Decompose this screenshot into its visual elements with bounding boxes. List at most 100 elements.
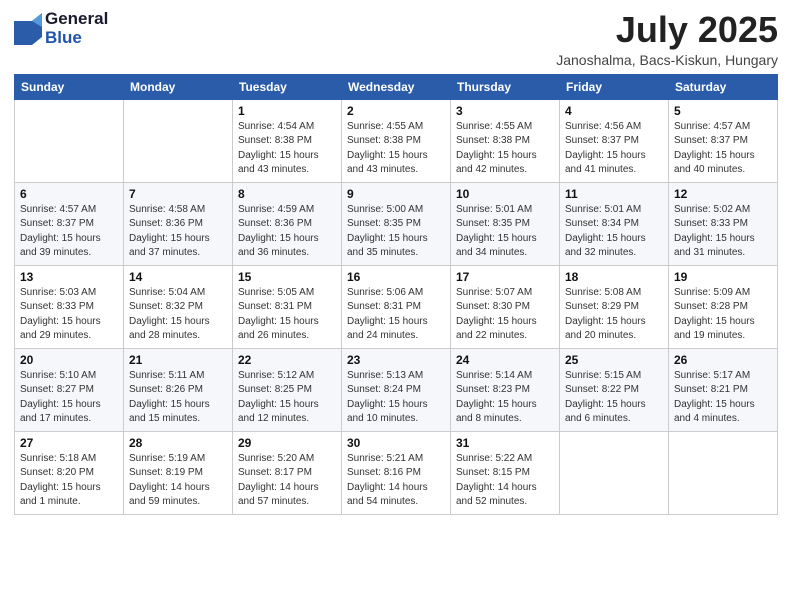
day-number: 22: [238, 353, 336, 367]
col-saturday: Saturday: [669, 74, 778, 99]
day-number: 25: [565, 353, 663, 367]
title-location: Janoshalma, Bacs-Kiskun, Hungary: [556, 52, 778, 68]
day-number: 10: [456, 187, 554, 201]
week-row-3: 13Sunrise: 5:03 AMSunset: 8:33 PMDayligh…: [15, 265, 778, 348]
calendar-cell: 3Sunrise: 4:55 AMSunset: 8:38 PMDaylight…: [451, 99, 560, 182]
week-row-1: 1 Sunrise: 4:54 AMSunset: 8:38 PMDaylight…: [15, 99, 778, 182]
week-row-4: 20 Sunrise: 5:10 AMSunset: 8:27 PMDayligh…: [15, 348, 778, 431]
col-tuesday: Tuesday: [233, 74, 342, 99]
day-detail: Sunrise: 5:19 AMSunset: 8:19 PMDaylight:…: [129, 452, 227, 510]
day-detail: Sunrise: 5:12 AMSunset: 8:25 PMDaylight:…: [238, 369, 336, 427]
day-detail: Sunrise: 5:10 AMSunset: 8:27 PMDaylight:…: [20, 369, 118, 427]
day-detail: Sunrise: 5:13 AMSunset: 8:24 PMDaylight:…: [347, 369, 445, 427]
calendar-cell: 22 Sunrise: 5:12 AMSunset: 8:25 PMDayligh…: [233, 348, 342, 431]
day-detail: Sunrise: 5:20 AMSunset: 8:17 PMDaylight:…: [238, 452, 336, 510]
day-number: 28: [129, 436, 227, 450]
calendar-cell: 31Sunrise: 5:22 AMSunset: 8:15 PMDayligh…: [451, 431, 560, 514]
calendar-cell: 16 Sunrise: 5:06 AMSunset: 8:31 PMDayligh…: [342, 265, 451, 348]
day-detail: Sunrise: 5:11 AMSunset: 8:26 PMDaylight:…: [129, 369, 227, 427]
day-number: 7: [129, 187, 227, 201]
page: General Blue July 2025 Janoshalma, Bacs-…: [0, 0, 792, 612]
logo-general-text: General: [45, 10, 108, 29]
day-detail: Sunrise: 4:55 AMSunset: 8:38 PMDaylight:…: [456, 120, 554, 178]
calendar-cell: 7Sunrise: 4:58 AMSunset: 8:36 PMDaylight…: [124, 182, 233, 265]
day-detail: Sunrise: 5:18 AMSunset: 8:20 PMDaylight:…: [20, 452, 118, 510]
week-row-5: 27 Sunrise: 5:18 AMSunset: 8:20 PMDayligh…: [15, 431, 778, 514]
day-number: 9: [347, 187, 445, 201]
day-number: 24: [456, 353, 554, 367]
day-number: 19: [674, 270, 772, 284]
calendar-cell: 26Sunrise: 5:17 AMSunset: 8:21 PMDayligh…: [669, 348, 778, 431]
title-month: July 2025: [556, 10, 778, 50]
col-friday: Friday: [560, 74, 669, 99]
day-number: 12: [674, 187, 772, 201]
calendar-cell: 4Sunrise: 4:56 AMSunset: 8:37 PMDaylight…: [560, 99, 669, 182]
calendar-cell: 30Sunrise: 5:21 AMSunset: 8:16 PMDayligh…: [342, 431, 451, 514]
day-detail: Sunrise: 5:07 AMSunset: 8:30 PMDaylight:…: [456, 286, 554, 344]
day-detail: Sunrise: 5:08 AMSunset: 8:29 PMDaylight:…: [565, 286, 663, 344]
calendar-cell: 18 Sunrise: 5:08 AMSunset: 8:29 PMDayligh…: [560, 265, 669, 348]
day-detail: Sunrise: 4:54 AMSunset: 8:38 PMDaylight:…: [238, 120, 336, 178]
day-number: 8: [238, 187, 336, 201]
day-detail: Sunrise: 5:00 AMSunset: 8:35 PMDaylight:…: [347, 203, 445, 261]
day-number: 11: [565, 187, 663, 201]
calendar-cell: [15, 99, 124, 182]
logo: General Blue: [14, 10, 108, 47]
day-detail: Sunrise: 5:01 AMSunset: 8:34 PMDaylight:…: [565, 203, 663, 261]
logo-blue-text: Blue: [45, 29, 108, 48]
day-detail: Sunrise: 5:04 AMSunset: 8:32 PMDaylight:…: [129, 286, 227, 344]
day-number: 1: [238, 104, 336, 118]
calendar-cell: 17Sunrise: 5:07 AMSunset: 8:30 PMDayligh…: [451, 265, 560, 348]
day-number: 15: [238, 270, 336, 284]
day-number: 23: [347, 353, 445, 367]
calendar-cell: 28 Sunrise: 5:19 AMSunset: 8:19 PMDayligh…: [124, 431, 233, 514]
calendar-cell: 25 Sunrise: 5:15 AMSunset: 8:22 PMDayligh…: [560, 348, 669, 431]
header: General Blue July 2025 Janoshalma, Bacs-…: [14, 10, 778, 68]
day-number: 18: [565, 270, 663, 284]
calendar-cell: 21Sunrise: 5:11 AMSunset: 8:26 PMDayligh…: [124, 348, 233, 431]
day-number: 14: [129, 270, 227, 284]
calendar-cell: 14 Sunrise: 5:04 AMSunset: 8:32 PMDayligh…: [124, 265, 233, 348]
logo-icon: [14, 13, 42, 45]
calendar-cell: 11 Sunrise: 5:01 AMSunset: 8:34 PMDayligh…: [560, 182, 669, 265]
day-number: 16: [347, 270, 445, 284]
header-row: Sunday Monday Tuesday Wednesday Thursday…: [15, 74, 778, 99]
day-number: 31: [456, 436, 554, 450]
day-number: 6: [20, 187, 118, 201]
calendar-cell: 10 Sunrise: 5:01 AMSunset: 8:35 PMDayligh…: [451, 182, 560, 265]
calendar-cell: 9 Sunrise: 5:00 AMSunset: 8:35 PMDaylight…: [342, 182, 451, 265]
week-row-2: 6Sunrise: 4:57 AMSunset: 8:37 PMDaylight…: [15, 182, 778, 265]
calendar-cell: 5Sunrise: 4:57 AMSunset: 8:37 PMDaylight…: [669, 99, 778, 182]
day-detail: Sunrise: 5:09 AMSunset: 8:28 PMDaylight:…: [674, 286, 772, 344]
day-detail: Sunrise: 5:17 AMSunset: 8:21 PMDaylight:…: [674, 369, 772, 427]
calendar-cell: [669, 431, 778, 514]
calendar-cell: [124, 99, 233, 182]
title-block: July 2025 Janoshalma, Bacs-Kiskun, Hunga…: [556, 10, 778, 68]
calendar-cell: 2Sunrise: 4:55 AMSunset: 8:38 PMDaylight…: [342, 99, 451, 182]
day-detail: Sunrise: 5:01 AMSunset: 8:35 PMDaylight:…: [456, 203, 554, 261]
day-number: 20: [20, 353, 118, 367]
calendar-cell: 12Sunrise: 5:02 AMSunset: 8:33 PMDayligh…: [669, 182, 778, 265]
day-detail: Sunrise: 5:14 AMSunset: 8:23 PMDaylight:…: [456, 369, 554, 427]
calendar-cell: 19 Sunrise: 5:09 AMSunset: 8:28 PMDayligh…: [669, 265, 778, 348]
day-detail: Sunrise: 4:57 AMSunset: 8:37 PMDaylight:…: [674, 120, 772, 178]
col-wednesday: Wednesday: [342, 74, 451, 99]
day-detail: Sunrise: 5:15 AMSunset: 8:22 PMDaylight:…: [565, 369, 663, 427]
calendar-cell: 13Sunrise: 5:03 AMSunset: 8:33 PMDayligh…: [15, 265, 124, 348]
calendar-cell: 27 Sunrise: 5:18 AMSunset: 8:20 PMDayligh…: [15, 431, 124, 514]
day-detail: Sunrise: 5:03 AMSunset: 8:33 PMDaylight:…: [20, 286, 118, 344]
day-number: 29: [238, 436, 336, 450]
calendar-table: Sunday Monday Tuesday Wednesday Thursday…: [14, 74, 778, 515]
day-number: 27: [20, 436, 118, 450]
day-detail: Sunrise: 4:55 AMSunset: 8:38 PMDaylight:…: [347, 120, 445, 178]
calendar-cell: [560, 431, 669, 514]
calendar-cell: 6Sunrise: 4:57 AMSunset: 8:37 PMDaylight…: [15, 182, 124, 265]
calendar-cell: 23 Sunrise: 5:13 AMSunset: 8:24 PMDayligh…: [342, 348, 451, 431]
day-detail: Sunrise: 4:56 AMSunset: 8:37 PMDaylight:…: [565, 120, 663, 178]
col-thursday: Thursday: [451, 74, 560, 99]
calendar-cell: 15Sunrise: 5:05 AMSunset: 8:31 PMDayligh…: [233, 265, 342, 348]
day-detail: Sunrise: 5:06 AMSunset: 8:31 PMDaylight:…: [347, 286, 445, 344]
calendar-cell: 20 Sunrise: 5:10 AMSunset: 8:27 PMDayligh…: [15, 348, 124, 431]
col-sunday: Sunday: [15, 74, 124, 99]
calendar-cell: 29 Sunrise: 5:20 AMSunset: 8:17 PMDayligh…: [233, 431, 342, 514]
